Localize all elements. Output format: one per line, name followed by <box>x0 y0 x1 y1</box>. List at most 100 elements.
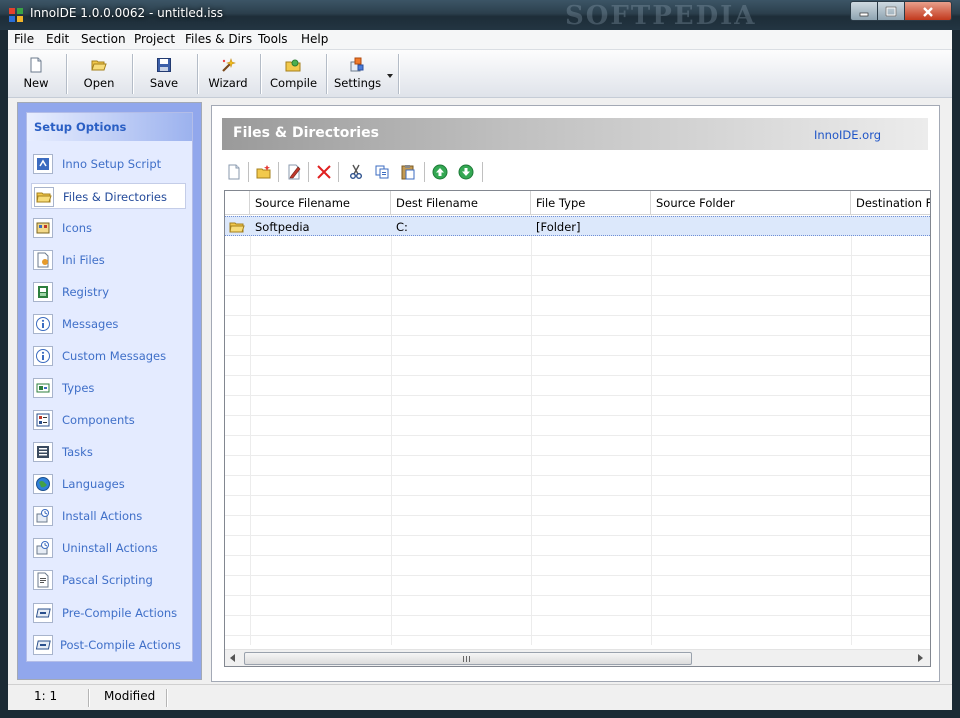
menu-file[interactable]: File <box>14 32 34 46</box>
modified-status: Modified <box>104 689 156 703</box>
folder-icon <box>229 222 245 233</box>
scroll-right-icon[interactable] <box>915 653 925 663</box>
sidebar-item-messages[interactable]: Messages <box>31 311 186 337</box>
toolbar-separator <box>197 54 199 94</box>
files-toolbar <box>222 158 622 184</box>
grid-line <box>225 475 930 476</box>
sidebar-item-pascal-scripting[interactable]: Pascal Scripting <box>31 567 186 593</box>
menu-files-dirs[interactable]: Files & Dirs <box>185 32 252 46</box>
open-button[interactable]: Open <box>76 53 122 95</box>
sidebar-item-uninstall-actions[interactable]: Uninstall Actions <box>31 535 186 561</box>
watermark: SOFTPEDIA <box>565 1 757 31</box>
column-header-destination-folder[interactable]: Destination Folder <box>851 191 930 215</box>
sidebar-item-ini-files[interactable]: Ini Files <box>31 247 186 273</box>
menu-edit[interactable]: Edit <box>46 32 69 46</box>
maximize-button[interactable] <box>877 1 905 21</box>
menu-tools[interactable]: Tools <box>258 32 288 46</box>
innoide-link[interactable]: InnoIDE.org <box>814 128 881 142</box>
sidebar-item-icons[interactable]: Icons <box>31 215 186 241</box>
info-icon <box>33 346 53 366</box>
move-down-button[interactable] <box>456 162 476 182</box>
sidebar-item-label: Messages <box>62 317 119 331</box>
open-label: Open <box>83 76 115 90</box>
compile-icon <box>285 59 301 72</box>
save-label: Save <box>149 76 179 90</box>
toolbar-separator <box>398 54 400 94</box>
new-button[interactable]: New <box>14 53 58 95</box>
title-bar[interactable]: InnoIDE 1.0.0.0062 - untitled.iss SOFTPE… <box>0 0 960 31</box>
grid-line <box>225 455 930 456</box>
scrollbar-thumb[interactable] <box>244 652 692 665</box>
compile-button[interactable]: Compile <box>270 53 317 95</box>
sidebar-item-tasks[interactable]: Tasks <box>31 439 186 465</box>
toolbar-separator <box>260 54 262 94</box>
menu-help[interactable]: Help <box>301 32 328 46</box>
horizontal-scrollbar[interactable] <box>225 649 930 666</box>
setup-options-list: Setup Options Inno Setup Script Files & … <box>26 112 193 662</box>
maximize-icon <box>885 6 897 17</box>
sidebar-item-label: Files & Directories <box>63 190 167 204</box>
sidebar-item-label: Tasks <box>62 445 93 459</box>
column-header-source-folder[interactable]: Source Folder <box>651 191 851 215</box>
sidebar-item-languages[interactable]: Languages <box>31 471 186 497</box>
sidebar-item-components[interactable]: Components <box>31 407 186 433</box>
files-grid[interactable]: Source Filename Dest Filename File Type … <box>224 190 931 667</box>
grid-line <box>225 255 930 256</box>
menu-section[interactable]: Section <box>81 32 126 46</box>
new-label: New <box>23 76 49 90</box>
sidebar-item-label: Registry <box>62 285 110 299</box>
status-bar: 1: 1 Modified <box>8 684 952 710</box>
move-up-button[interactable] <box>430 162 450 182</box>
sidebar-item-label: Components <box>62 413 135 427</box>
delete-button[interactable] <box>314 162 334 182</box>
copy-button[interactable] <box>372 162 392 182</box>
cell-file-type: [Folder] <box>536 220 581 234</box>
files-toolbar-separator <box>308 162 309 182</box>
column-header-file-type[interactable]: File Type <box>531 191 651 215</box>
new-file-button[interactable] <box>224 162 244 182</box>
tasks-icon <box>33 442 53 462</box>
cell-source-filename: Softpedia <box>255 220 310 234</box>
minimize-icon <box>859 12 869 17</box>
status-separator <box>166 689 168 707</box>
app-client-area: File Edit Section Project Files & Dirs T… <box>8 30 952 710</box>
sidebar-item-inno-setup-script[interactable]: Inno Setup Script <box>31 151 186 177</box>
grid-line <box>225 335 930 336</box>
new-folder-button[interactable] <box>254 162 274 182</box>
cursor-position: 1: 1 <box>34 689 58 703</box>
edit-button[interactable] <box>284 162 304 182</box>
panel-header: Files & Directories InnoIDE.org <box>222 118 928 150</box>
sidebar-item-pre-compile-actions[interactable]: Pre-Compile Actions <box>31 600 186 626</box>
setup-options-title: Setup Options <box>34 120 127 134</box>
settings-icon <box>350 57 364 72</box>
new-file-icon <box>228 164 240 180</box>
grid-line <box>225 435 930 436</box>
sidebar-item-registry[interactable]: Registry <box>31 279 186 305</box>
grid-line <box>225 275 930 276</box>
grid-header-icon-column <box>225 191 250 215</box>
save-button[interactable]: Save <box>142 53 186 95</box>
sidebar-item-post-compile-actions[interactable]: Post-Compile Actions <box>31 632 186 658</box>
paste-button[interactable] <box>398 162 418 182</box>
sidebar-item-custom-messages[interactable]: Custom Messages <box>31 343 186 369</box>
close-button[interactable] <box>904 1 952 21</box>
close-icon <box>923 7 933 17</box>
pre-compile-icon <box>33 603 53 623</box>
table-row[interactable]: Softpedia C: [Folder] <box>225 216 930 236</box>
new-document-icon <box>30 57 42 73</box>
wizard-button[interactable]: Wizard <box>206 53 250 95</box>
scroll-left-icon[interactable] <box>228 653 238 663</box>
column-header-dest-filename[interactable]: Dest Filename <box>391 191 531 215</box>
sidebar-item-install-actions[interactable]: Install Actions <box>31 503 186 529</box>
settings-dropdown-arrow-icon[interactable] <box>386 72 394 80</box>
minimize-button[interactable] <box>850 1 878 21</box>
sidebar-item-files-directories[interactable]: Files & Directories <box>31 183 186 209</box>
components-icon <box>33 410 53 430</box>
grid-line <box>250 215 251 645</box>
cut-button[interactable] <box>346 162 366 182</box>
menu-project[interactable]: Project <box>134 32 175 46</box>
floppy-disk-icon <box>157 58 171 72</box>
sidebar-item-types[interactable]: Types <box>31 375 186 401</box>
column-header-source-filename[interactable]: Source Filename <box>250 191 391 215</box>
settings-button[interactable]: Settings <box>334 53 381 95</box>
